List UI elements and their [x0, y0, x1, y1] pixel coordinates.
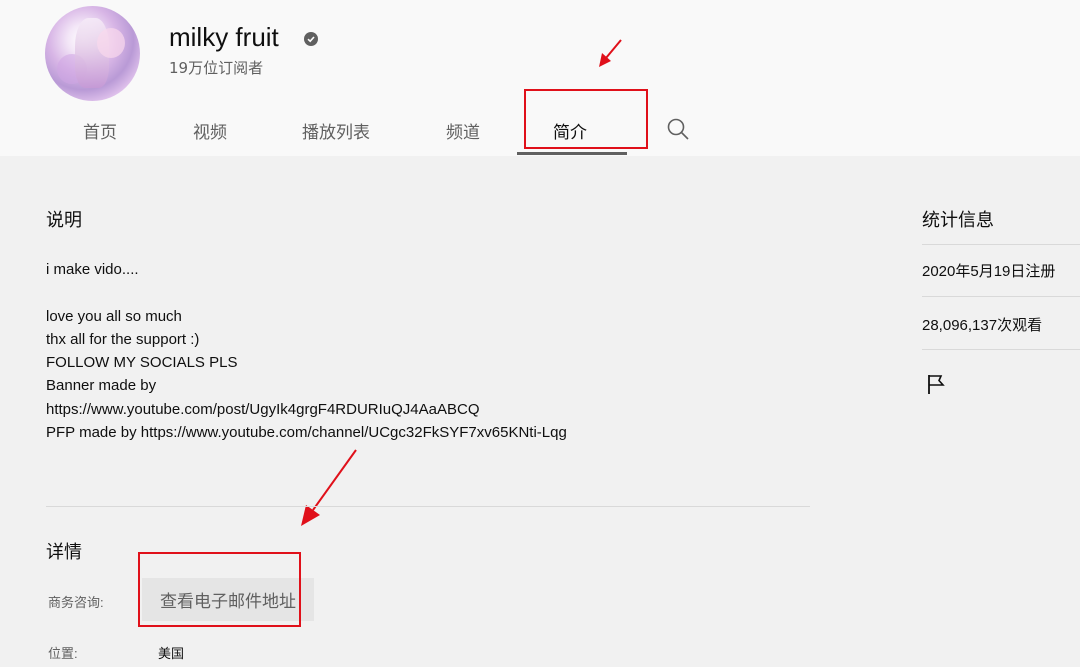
stats-divider: [922, 349, 1080, 350]
search-icon[interactable]: [665, 116, 691, 142]
annotation-box-about-tab: [524, 89, 648, 149]
selected-tab-indicator: [517, 152, 627, 155]
description-line: [46, 281, 567, 304]
tab-channels[interactable]: 频道: [446, 118, 480, 143]
location-value: 美国: [158, 646, 185, 661]
stats-heading: 统计信息: [922, 210, 994, 230]
description-text: i make vido.... love you all so much thx…: [46, 258, 567, 444]
stats-divider: [922, 244, 1080, 245]
annotation-arrow-tab: [599, 39, 622, 67]
annotation-box-email: [138, 552, 301, 627]
description-link[interactable]: https://www.youtube.com/post/UgyIk4grgF4…: [46, 398, 567, 421]
view-count: 28,096,137次观看: [922, 317, 1043, 334]
subscriber-count: 19万位订阅者: [169, 59, 264, 77]
section-divider: [46, 506, 810, 507]
flag-icon[interactable]: [926, 373, 946, 395]
description-line: love you all so much: [46, 307, 182, 325]
channel-name[interactable]: milky fruit: [169, 22, 279, 53]
verified-badge-icon: [304, 32, 318, 46]
channel-avatar[interactable]: [45, 6, 140, 101]
tab-videos[interactable]: 视频: [193, 118, 227, 143]
description-heading: 说明: [46, 210, 82, 230]
business-inquiries-label: 商务咨询:: [48, 595, 104, 610]
stats-divider: [922, 296, 1080, 297]
description-line: Banner made by: [46, 377, 157, 395]
location-label: 位置:: [48, 646, 78, 661]
tab-home[interactable]: 首页: [83, 118, 117, 143]
annotation-arrow-email: [301, 449, 357, 526]
description-line: i make vido....: [46, 261, 139, 278]
tab-playlists[interactable]: 播放列表: [302, 118, 370, 143]
description-line[interactable]: PFP made by https://www.youtube.com/chan…: [46, 421, 567, 444]
joined-date: 2020年5月19日注册: [922, 263, 1056, 280]
description-line: thx all for the support :): [46, 330, 200, 348]
description-line: FOLLOW MY SOCIALS PLS: [46, 354, 238, 372]
details-heading: 详情: [46, 542, 82, 562]
